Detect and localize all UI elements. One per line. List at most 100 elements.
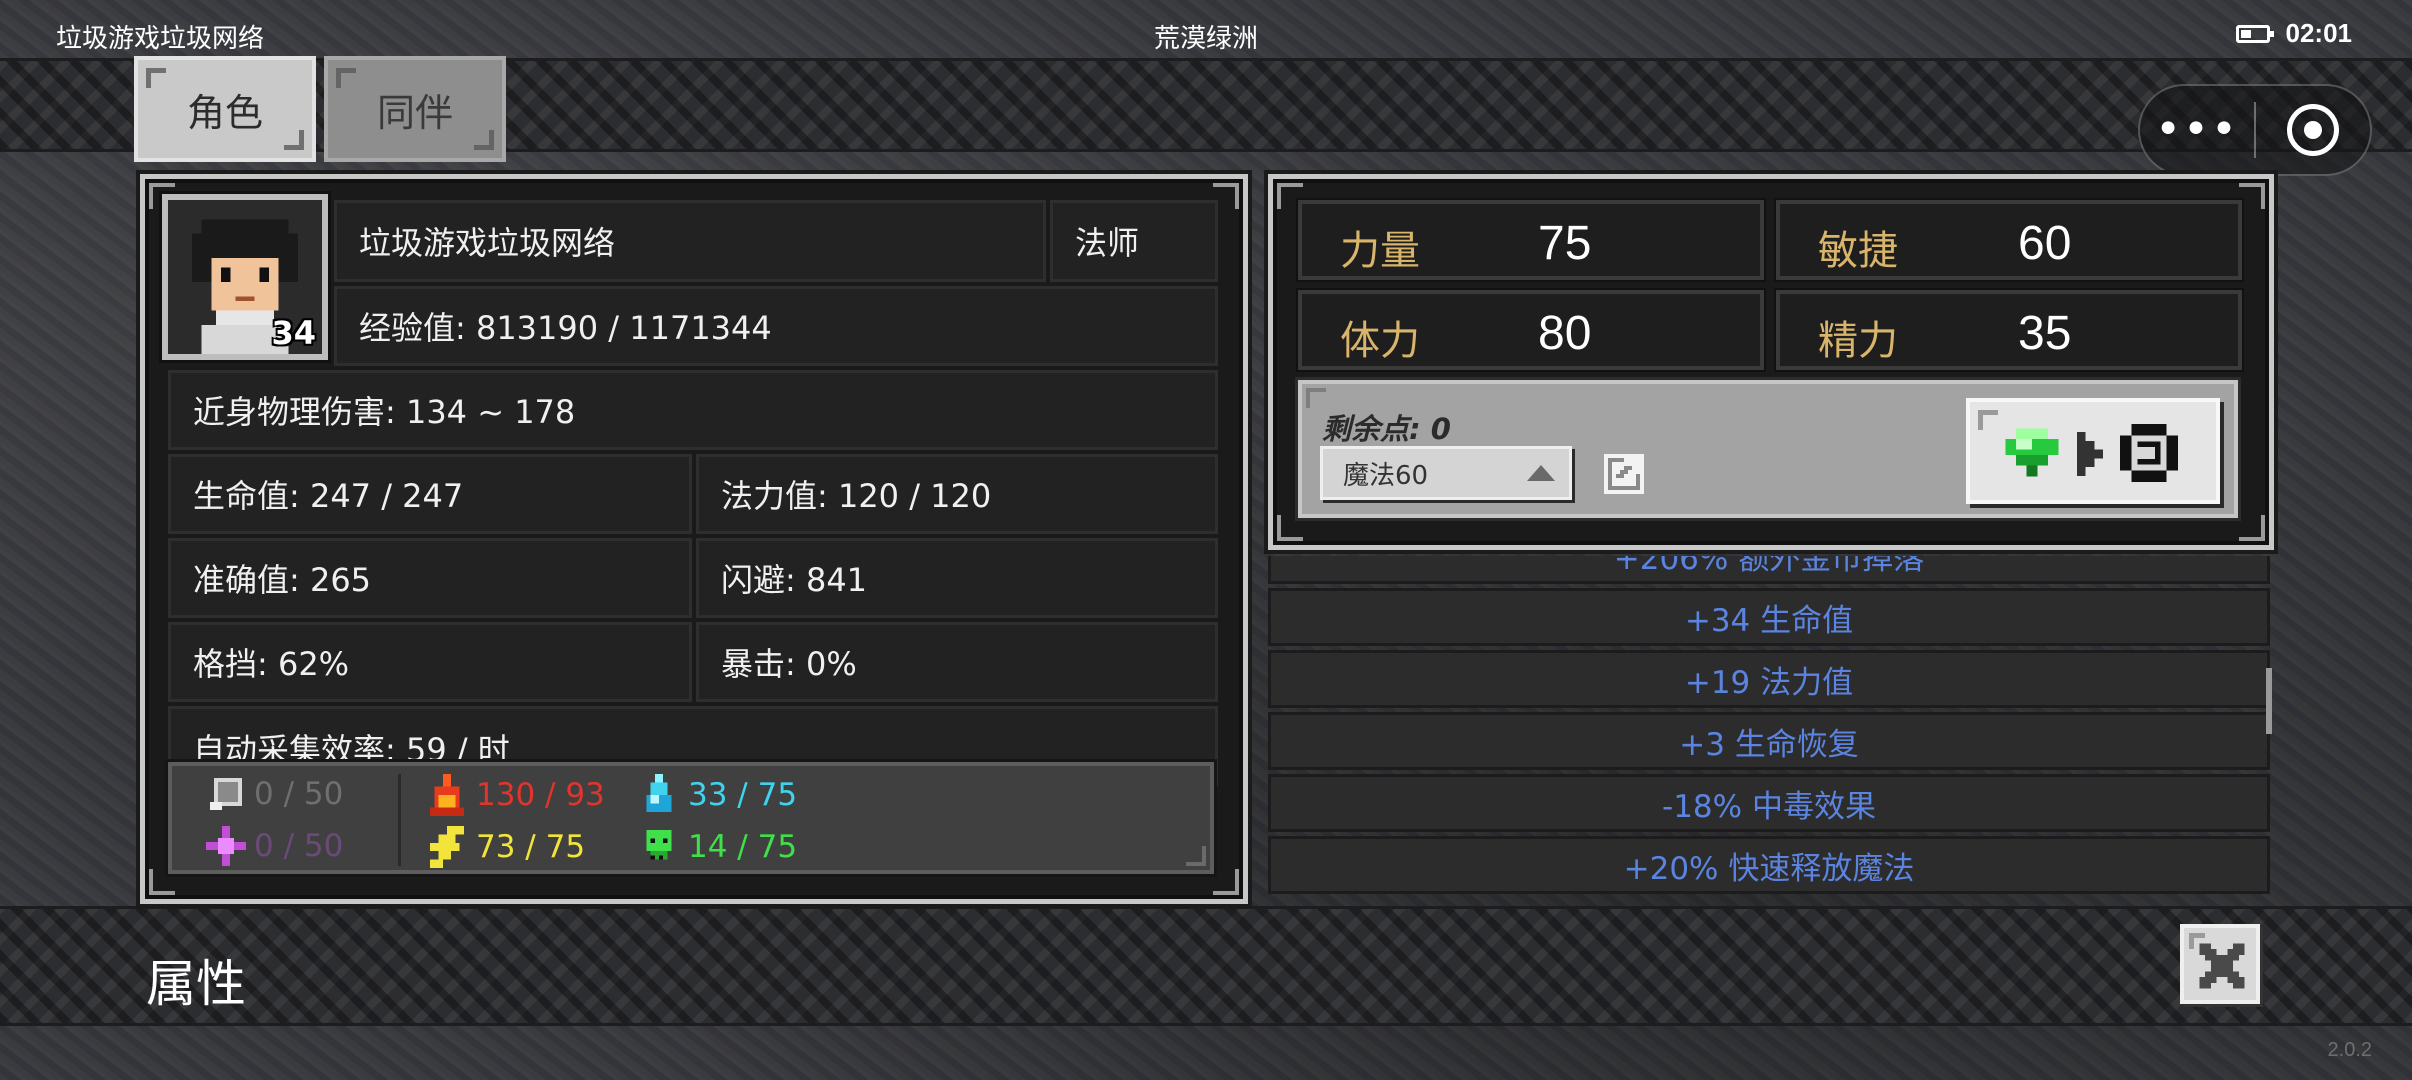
corner-ornament <box>474 130 494 150</box>
mp-text: 法力值: 120 / 120 <box>721 477 992 515</box>
bonus-row: +19 法力值 <box>1268 650 2270 708</box>
attr-stamina[interactable]: 体力 80 <box>1296 288 1766 372</box>
panel-ornament <box>1306 388 1326 408</box>
resistance-poison-value: 14 / 75 <box>688 829 798 865</box>
panel-ornament <box>1277 515 1303 541</box>
close-miniprogram-button[interactable] <box>2256 104 2370 156</box>
bonus-text: -18% 中毒效果 <box>1662 788 1876 825</box>
magic-resist-icon <box>206 826 246 866</box>
bonus-text: +34 生命值 <box>1684 602 1854 639</box>
clock: 02:01 <box>2285 18 2353 48</box>
tab-character[interactable]: 角色 <box>134 56 316 162</box>
battery-icon <box>2235 24 2274 43</box>
attr-strength-value: 75 <box>1538 217 1592 270</box>
crit-text: 暴击: 0% <box>721 645 857 683</box>
green-gem-icon <box>2005 428 2059 477</box>
attr-energy-value: 35 <box>2018 307 2072 360</box>
bonus-row: +3 生命恢复 <box>1268 712 2270 770</box>
bonus-text: +19 法力值 <box>1684 664 1854 701</box>
corner-ornament <box>1978 410 1998 430</box>
bonus-row: +206% 额外金币掉落 <box>1268 556 2270 584</box>
level-badge: 34 <box>271 314 316 352</box>
corner-ornament <box>336 68 356 88</box>
corner-ornament <box>146 68 166 88</box>
attr-energy[interactable]: 精力 35 <box>1774 288 2244 372</box>
water-resist-icon <box>646 774 672 812</box>
melee-damage: 近身物理伤害: 134 ~ 178 <box>168 370 1218 450</box>
preset-select-value: 魔法60 <box>1343 460 1429 491</box>
resistance-divider <box>398 774 401 866</box>
remaining-points: 剩余点: 0 <box>1322 412 1451 446</box>
miniprogram-capsule: ••• <box>2138 84 2372 176</box>
resistance-magic: 0 / 50 <box>206 826 343 866</box>
resistance-physical: 0 / 50 <box>206 774 343 814</box>
status-right: 02:01 <box>2235 18 2353 49</box>
attr-stamina-value: 80 <box>1538 307 1592 360</box>
bonus-row: -18% 中毒效果 <box>1268 774 2270 832</box>
section-title: 属性 <box>146 955 246 1013</box>
target-icon <box>2286 104 2339 156</box>
resistance-physical-value: 0 / 50 <box>254 776 344 812</box>
bonus-row: +20% 快速释放魔法 <box>1268 836 2270 894</box>
poison-resist-icon <box>646 830 672 860</box>
accuracy-text: 准确值: 265 <box>193 561 372 599</box>
attr-strength-label: 力量 <box>1340 228 1420 274</box>
tab-companion[interactable]: 同伴 <box>324 56 506 162</box>
resistance-fire: 130 / 93 <box>426 774 605 816</box>
resistance-poison: 14 / 75 <box>638 826 797 868</box>
melee-damage-text: 近身物理伤害: 134 ~ 178 <box>193 393 576 431</box>
corner-ornament <box>284 130 304 150</box>
avatar[interactable]: 34 <box>159 191 331 363</box>
close-icon <box>2199 943 2245 989</box>
resistance-lightning-value: 73 / 75 <box>476 829 586 865</box>
panel-ornament <box>1213 869 1239 895</box>
bonus-list-scrollbar[interactable] <box>2266 668 2272 734</box>
attr-strength[interactable]: 力量 75 <box>1296 198 1766 282</box>
attr-agility[interactable]: 敏捷 60 <box>1774 198 2244 282</box>
character-name-text: 垃圾游戏垃圾网络 <box>359 224 616 262</box>
close-button[interactable] <box>2180 924 2260 1004</box>
version-label: 2.0.2 <box>2327 1039 2372 1061</box>
panel-ornament <box>1186 846 1206 866</box>
accuracy-stat: 准确值: 265 <box>168 538 692 618</box>
gem-convert-button[interactable] <box>1966 398 2220 504</box>
attr-agility-value: 60 <box>2018 217 2072 270</box>
resistance-fire-value: 130 / 93 <box>476 777 605 813</box>
experience: 经验值: 813190 / 1171344 <box>334 286 1218 366</box>
map-name: 荒漠绿洲 <box>1153 23 1258 53</box>
resistance-water-value: 33 / 75 <box>688 777 798 813</box>
resistance-bar: 0 / 50 130 / 93 33 / 75 0 / 50 73 / 75 1… <box>165 759 1217 877</box>
block-text: 格挡: 62% <box>193 645 350 683</box>
arrow-right-icon <box>2076 432 2104 476</box>
panel-ornament <box>2239 515 2265 541</box>
attr-energy-label: 精力 <box>1818 318 1898 364</box>
bonus-text: +3 生命恢复 <box>1679 726 1859 763</box>
select-arrow-icon <box>1527 465 1555 481</box>
bonus-text: +206% 额外金币掉落 <box>1613 556 1925 577</box>
mp-stat: 法力值: 120 / 120 <box>696 454 1218 534</box>
attr-agility-label: 敏捷 <box>1818 228 1898 274</box>
resistance-lightning: 73 / 75 <box>426 826 585 868</box>
dodge-stat: 闪避: 841 <box>696 538 1218 618</box>
hp-text: 生命值: 247 / 247 <box>193 477 464 515</box>
more-icon[interactable]: ••• <box>2140 108 2254 152</box>
dodge-text: 闪避: 841 <box>721 561 868 599</box>
bottom-border-band <box>0 906 2412 1026</box>
tab-character-label: 角色 <box>186 90 263 135</box>
share-icon[interactable] <box>1604 454 1644 494</box>
experience-text: 经验值: 813190 / 1171344 <box>359 309 772 347</box>
bonus-list[interactable]: +206% 额外金币掉落 +34 生命值 +19 法力值 +3 生命恢复 -18… <box>1268 556 2274 908</box>
attr-stamina-label: 体力 <box>1340 318 1420 364</box>
refresh-coin-icon <box>2120 424 2178 482</box>
character-class-text: 法师 <box>1075 224 1140 262</box>
bonus-text: +20% 快速释放魔法 <box>1623 850 1915 887</box>
preset-select[interactable]: 魔法60 <box>1320 446 1572 500</box>
character-class: 法师 <box>1050 200 1218 282</box>
block-stat: 格挡: 62% <box>168 622 692 702</box>
bonus-row: +34 生命值 <box>1268 588 2270 646</box>
fire-resist-icon <box>430 774 464 816</box>
crit-stat: 暴击: 0% <box>696 622 1218 702</box>
resistance-water: 33 / 75 <box>638 774 797 816</box>
sword-resist-icon <box>210 778 242 810</box>
panel-ornament <box>2239 183 2265 209</box>
